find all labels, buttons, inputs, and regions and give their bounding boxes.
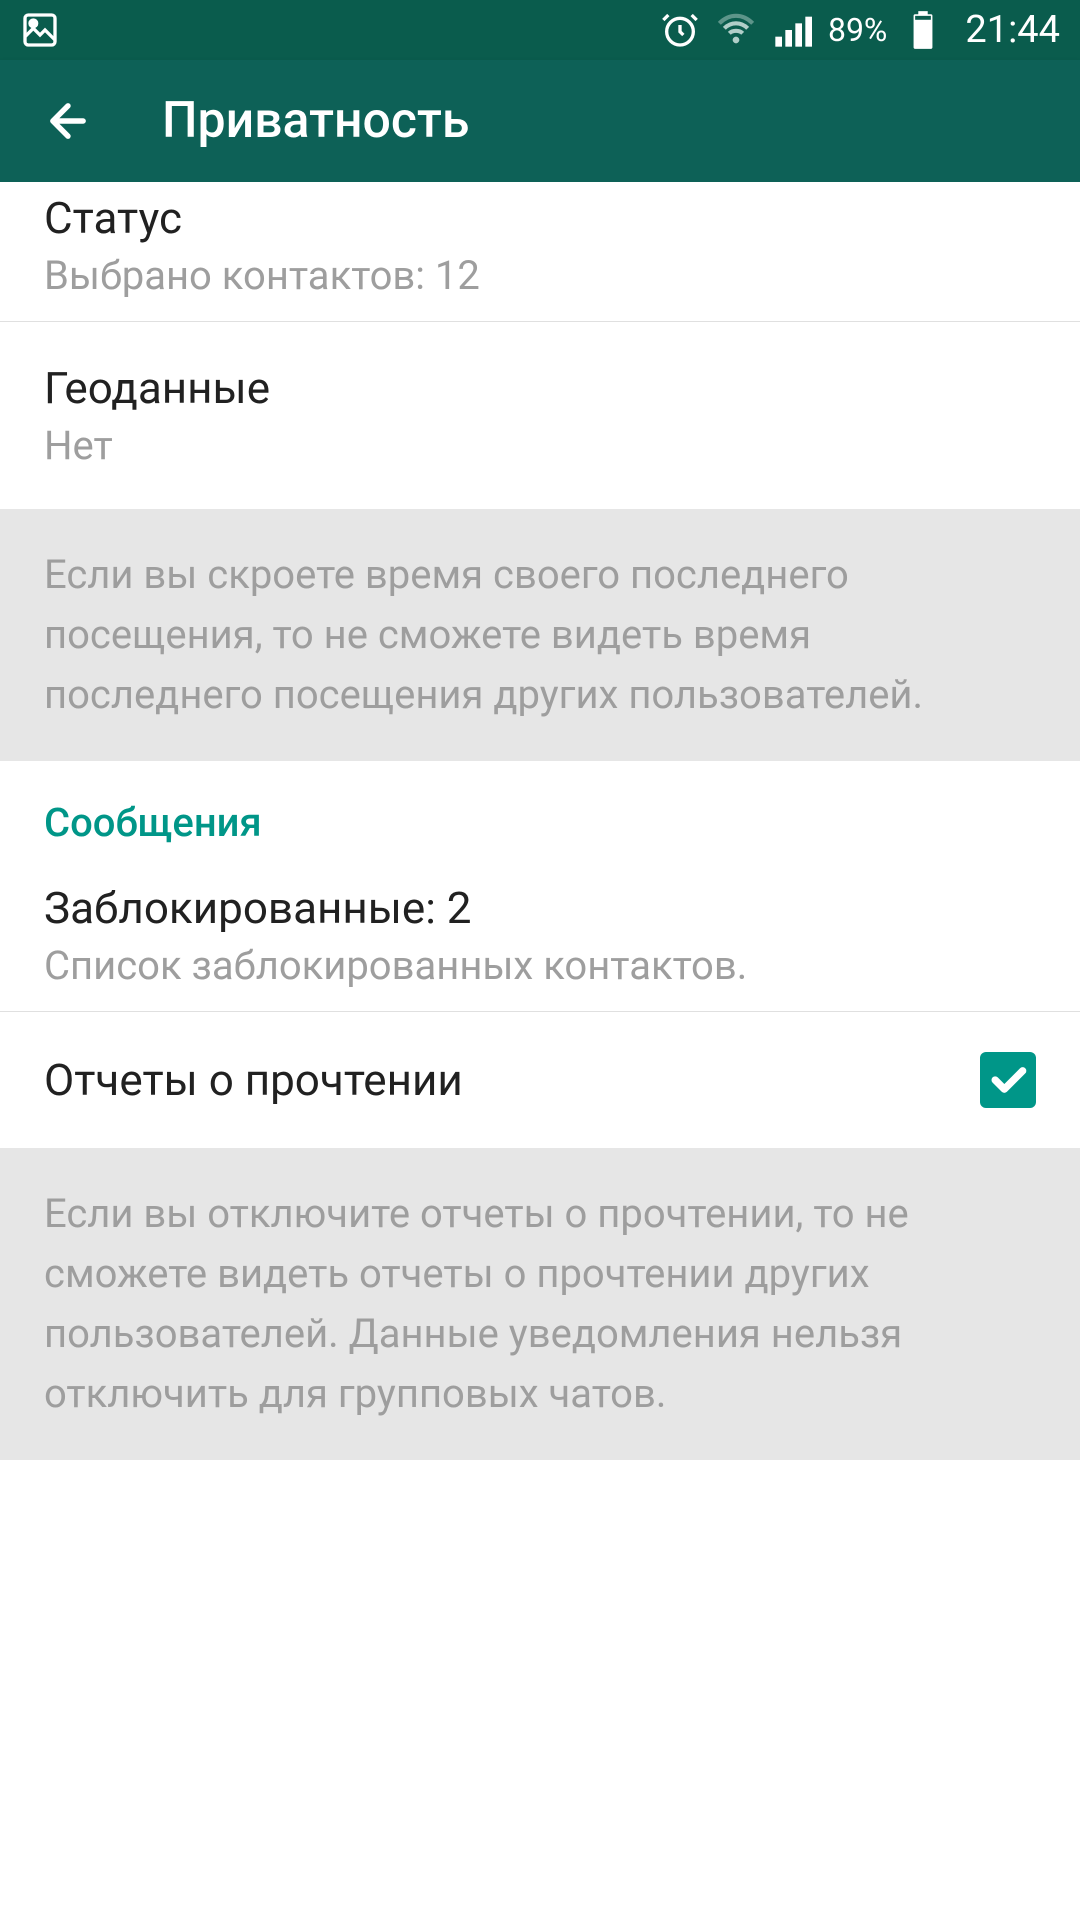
- blocked-subtitle: Список заблокированных контактов.: [44, 942, 1036, 989]
- read-receipts-info-text: Если вы отключите отчеты о прочтении, то…: [44, 1184, 1036, 1424]
- battery-percent: 89%: [828, 11, 887, 49]
- back-button[interactable]: [38, 91, 98, 151]
- status-right: 89% 21:44: [660, 8, 1060, 52]
- read-receipts-label: Отчеты о прочтении: [44, 1054, 463, 1106]
- section-messages-title: Сообщения: [44, 799, 1036, 846]
- blocked-title: Заблокированные: 2: [44, 882, 1036, 934]
- signal-icon: [772, 10, 812, 50]
- app-bar: Приватность: [0, 60, 1080, 182]
- content: Статус Выбрано контактов: 12 Геоданные Н…: [0, 182, 1080, 1460]
- last-seen-info-text: Если вы скроете время своего последнего …: [44, 545, 1036, 725]
- status-left: [20, 10, 60, 50]
- wifi-icon: [716, 10, 756, 50]
- status-title: Статус: [44, 192, 1036, 244]
- status-bar: 89% 21:44: [0, 0, 1080, 60]
- image-icon: [20, 10, 60, 50]
- location-subtitle: Нет: [44, 422, 1036, 469]
- time: 21:44: [965, 8, 1060, 52]
- location-title: Геоданные: [44, 362, 1036, 414]
- last-seen-info: Если вы скроете время своего последнего …: [0, 509, 1080, 761]
- read-receipts-setting[interactable]: Отчеты о прочтении: [0, 1012, 1080, 1148]
- status-setting[interactable]: Статус Выбрано контактов: 12: [0, 182, 1080, 322]
- page-title: Приватность: [162, 92, 469, 150]
- status-subtitle: Выбрано контактов: 12: [44, 252, 1036, 299]
- read-receipts-info: Если вы отключите отчеты о прочтении, то…: [0, 1148, 1080, 1460]
- battery-icon: [903, 10, 943, 50]
- alarm-icon: [660, 10, 700, 50]
- blocked-setting[interactable]: Заблокированные: 2 Список заблокированны…: [0, 854, 1080, 1012]
- section-messages: Сообщения: [0, 761, 1080, 854]
- location-setting[interactable]: Геоданные Нет: [0, 322, 1080, 509]
- read-receipts-checkbox[interactable]: [980, 1052, 1036, 1108]
